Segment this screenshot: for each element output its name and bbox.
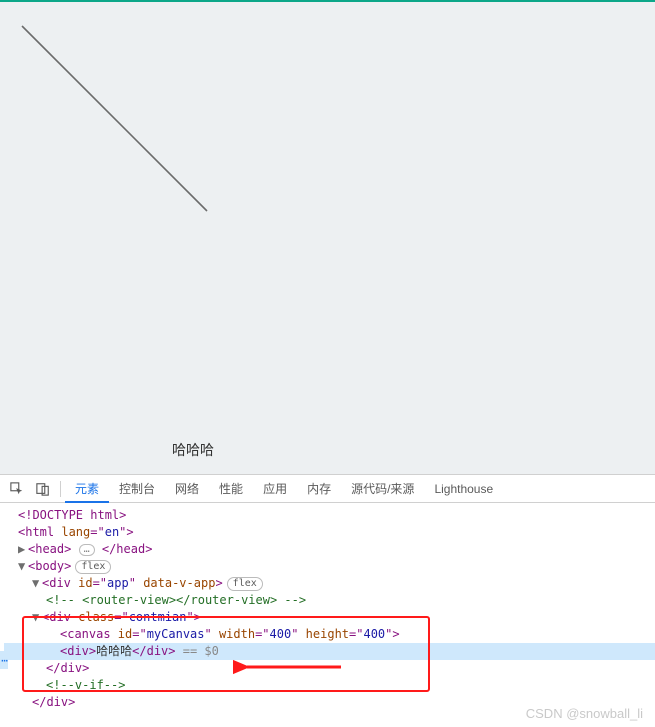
tab-memory[interactable]: 内存 [297,475,341,503]
elements-tree[interactable]: <!DOCTYPE html> <html lang="en"> ▶<head>… [0,503,655,711]
watermark-text: CSDN @snowball_li [526,706,643,721]
tab-elements[interactable]: 元素 [65,475,109,503]
tree-close-div-1[interactable]: </div> [4,660,655,677]
tree-canvas[interactable]: <canvas id="myCanvas" width="400" height… [4,626,655,643]
canvas-preview [2,6,402,406]
tree-comment[interactable]: <!-- <router-view></router-view> --> [4,592,655,609]
tab-application[interactable]: 应用 [253,475,297,503]
devtools-tabbar: 元素 控制台 网络 性能 应用 内存 源代码/来源 Lighthouse [0,475,655,503]
tree-truncated-comment[interactable]: <!--v-if--> [4,677,655,694]
tree-html-open[interactable]: <html lang="en"> [4,524,655,541]
tree-doctype[interactable]: <!DOCTYPE html> [4,507,655,524]
flex-badge[interactable]: flex [227,577,263,591]
tree-body-open[interactable]: ▼<body>flex [4,558,655,575]
device-toolbar-icon[interactable] [30,476,56,502]
tab-console[interactable]: 控制台 [109,475,165,503]
devtools-panel: 元素 控制台 网络 性能 应用 内存 源代码/来源 Lighthouse <!D… [0,474,655,727]
inspect-icon[interactable] [4,476,30,502]
page-content-text: 哈哈哈 [172,440,214,460]
tab-performance[interactable]: 性能 [209,475,253,503]
tree-head[interactable]: ▶<head> … </head> [4,541,655,558]
tab-lighthouse[interactable]: Lighthouse [424,475,503,503]
rendered-page: 哈哈哈 [0,0,655,474]
ellipsis-icon[interactable]: … [79,544,95,556]
selection-marker: == $0 [176,644,219,658]
tab-separator [60,481,61,497]
caret-down-icon[interactable]: ▼ [32,609,42,626]
flex-badge[interactable]: flex [75,560,111,574]
caret-down-icon[interactable]: ▼ [32,575,42,592]
caret-down-icon[interactable]: ▼ [18,558,28,575]
tab-network[interactable]: 网络 [165,475,209,503]
tree-contmian-open[interactable]: ▼<div class="contmian"> [4,609,655,626]
tree-app-open[interactable]: ▼<div id="app" data-v-app>flex [4,575,655,592]
tab-sources[interactable]: 源代码/来源 [341,475,424,503]
tree-selected-div[interactable]: <div>哈哈哈</div> == $0 [4,643,655,660]
gutter-selected-indicator: ⋯ [0,651,8,669]
caret-right-icon[interactable]: ▶ [18,541,28,558]
